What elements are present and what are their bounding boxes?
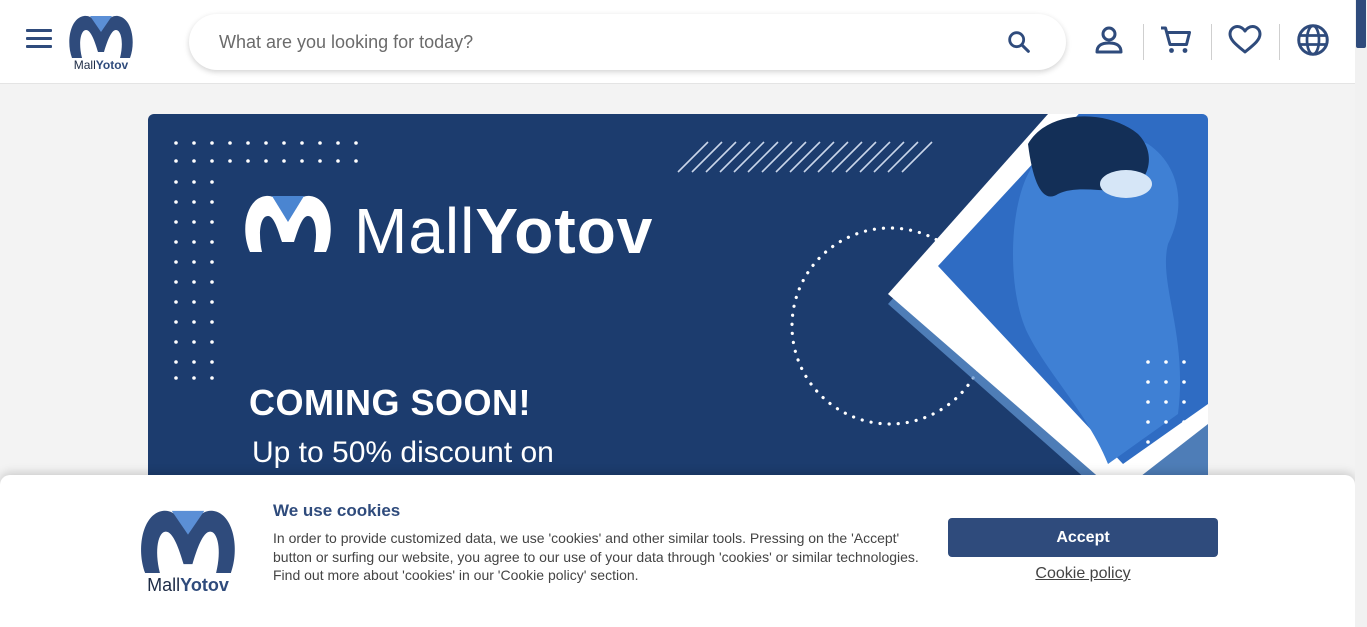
banner-logo-mark [245,195,331,252]
banner-subline: Up to 50% discount on [252,436,554,469]
site-header: MallYotov [0,0,1355,84]
search-input[interactable] [219,14,999,70]
dot-pattern [174,141,358,380]
banner-brand-bold: Yotov [475,195,654,267]
scrollbar-thumb[interactable] [1356,0,1366,48]
logo[interactable]: MallYotov [66,12,136,74]
promo-banner[interactable]: MallYotov COMING SOON! Up to 50% discoun… [148,114,1208,534]
heart-icon[interactable] [1227,22,1263,58]
logo-text-light: Mall [73,58,96,72]
cookie-logo-bold: Yotov [180,575,229,595]
globe-icon[interactable] [1295,22,1331,58]
search-icon[interactable] [1005,28,1033,56]
header-divider [1211,24,1212,60]
menu-icon[interactable] [26,29,54,53]
cookie-policy-link[interactable]: Cookie policy [948,565,1218,583]
logo-mark-icon [141,510,235,573]
logo-text-bold: Yotov [95,58,129,72]
banner-brand-light: Mall [354,195,476,267]
header-divider [1279,24,1280,60]
model-photo-frame [888,114,1208,534]
banner-headline: COMING SOON! [249,382,531,423]
scrollbar[interactable] [1355,0,1367,627]
accept-button[interactable]: Accept [948,518,1218,557]
header-divider [1143,24,1144,60]
cookie-logo-light: Mall [147,575,181,595]
cookie-title: We use cookies [273,501,401,520]
logo-mark-icon [69,15,133,59]
banner-brand: MallYotov [354,194,653,268]
cart-icon[interactable] [1158,22,1194,58]
user-icon[interactable] [1091,22,1127,58]
cookie-description: In order to provide customized data, we … [273,530,919,583]
cookie-logo: MallYotov [136,505,240,595]
search-bar [189,14,1066,70]
banner-graphics [174,114,1208,534]
cookie-consent-panel: MallYotov We use cookies In order to pro… [0,475,1355,627]
hatch-pattern [677,141,933,173]
